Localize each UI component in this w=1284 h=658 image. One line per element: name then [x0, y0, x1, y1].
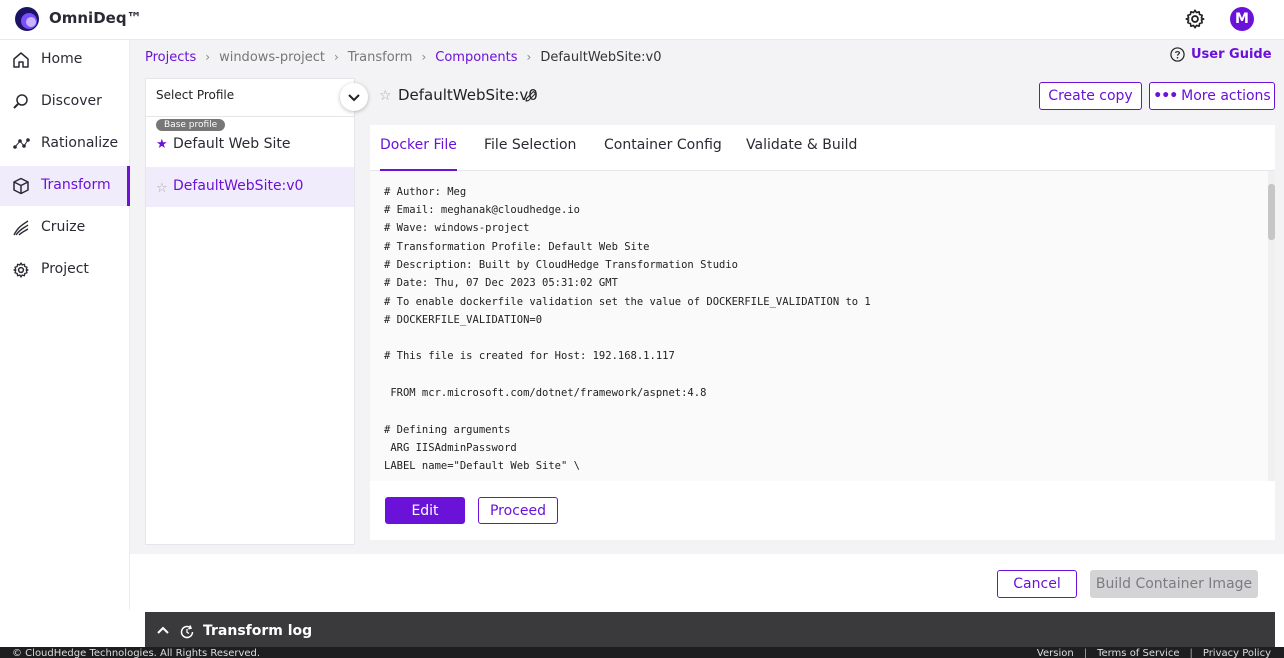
code-line: # Email: meghanak@cloudhedge.io	[384, 204, 580, 216]
sidebar-item-cruize[interactable]: Cruize	[0, 208, 130, 248]
dockerfile-card: Docker File File Selection Container Con…	[370, 125, 1275, 540]
code-line: # To enable dockerfile validation set th…	[384, 296, 871, 308]
chevron-right-icon: ›	[421, 50, 427, 64]
transform-cube-icon	[13, 177, 29, 195]
code-line: # Wave: windows-project	[384, 222, 530, 234]
profile-panel: Select Profile Base profile ★ Default We…	[145, 78, 368, 545]
breadcrumb-components[interactable]: Components	[435, 50, 517, 65]
base-profile-badge: Base profile	[156, 119, 226, 131]
dockerfile-editor[interactable]: # Author: Meg # Email: meghanak@cloudhed…	[370, 171, 1275, 481]
create-copy-button[interactable]: Create copy	[1039, 82, 1142, 110]
breadcrumb-projects[interactable]: Projects	[145, 50, 196, 65]
cancel-button[interactable]: Cancel	[997, 570, 1077, 598]
chevron-right-icon: ›	[333, 50, 339, 64]
code-line: # Date: Thu, 07 Dec 2023 05:31:02 GMT	[384, 277, 618, 289]
app-name: OmniDeq™	[49, 9, 142, 27]
tab-container-config[interactable]: Container Config	[604, 137, 722, 171]
cruize-icon	[13, 220, 29, 236]
footer: © CloudHedge Technologies. All Rights Re…	[0, 647, 1284, 658]
footer-copyright: © CloudHedge Technologies. All Rights Re…	[12, 648, 261, 658]
top-bar: OmniDeq™ M	[0, 0, 1284, 40]
code-line: # This file is created for Host: 192.168…	[384, 350, 675, 362]
rationalize-icon	[13, 138, 30, 149]
more-actions-button[interactable]: ••• More actions	[1149, 82, 1275, 110]
chevron-up-icon[interactable]	[157, 625, 169, 635]
footer-link-terms[interactable]: Terms of Service	[1092, 648, 1184, 658]
discover-icon	[13, 94, 28, 109]
sidebar-item-project[interactable]: Project	[0, 250, 130, 290]
code-line: FROM mcr.microsoft.com/dotnet/framework/…	[384, 387, 707, 399]
edit-button[interactable]: Edit	[385, 497, 465, 524]
sidebar-item-label: Cruize	[41, 219, 86, 235]
tab-file-selection[interactable]: File Selection	[484, 137, 576, 171]
profile-name: DefaultWebSite:v0	[173, 178, 304, 194]
profile-item-default-web-site[interactable]: ★ Default Web Site	[146, 79, 354, 152]
sidebar: Home Discover Rationalize Transform Crui…	[0, 40, 130, 610]
footer-link-version[interactable]: Version	[1032, 648, 1079, 658]
edit-pencil-icon[interactable]	[524, 89, 538, 103]
sidebar-item-label: Rationalize	[41, 135, 119, 151]
user-guide-label: User Guide	[1191, 47, 1272, 62]
code-line: # Description: Built by CloudHedge Trans…	[384, 259, 739, 271]
code-line: # Author: Meg	[384, 186, 467, 198]
transform-log-label: Transform log	[203, 623, 313, 639]
footer-links: Version | Terms of Service | Privacy Pol…	[1032, 648, 1276, 658]
sidebar-item-discover[interactable]: Discover	[0, 82, 130, 122]
user-avatar[interactable]: M	[1230, 7, 1254, 31]
build-container-image-button[interactable]: Build Container Image	[1090, 570, 1258, 598]
sidebar-item-label: Project	[41, 261, 89, 277]
tab-validate-build[interactable]: Validate & Build	[746, 137, 857, 171]
breadcrumb-transform: Transform	[347, 49, 413, 65]
help-circle-icon	[1170, 47, 1185, 62]
more-dots-icon: •••	[1153, 88, 1178, 104]
code-line: # Transformation Profile: Default Web Si…	[384, 241, 650, 253]
more-actions-label: More actions	[1181, 88, 1271, 104]
proceed-button[interactable]: Proceed	[478, 497, 558, 524]
tab-docker-file[interactable]: Docker File	[380, 137, 457, 171]
code-line: ARG IISAdminPassword	[384, 442, 517, 454]
sidebar-item-home[interactable]: Home	[0, 40, 130, 80]
breadcrumb-project: windows-project	[219, 49, 325, 65]
sidebar-item-label: Home	[41, 51, 83, 67]
user-guide-link[interactable]: User Guide	[1170, 47, 1272, 62]
footer-separator: |	[1083, 648, 1088, 658]
code-line: # Defining arguments	[384, 424, 511, 436]
sidebar-item-rationalize[interactable]: Rationalize	[0, 124, 130, 164]
footer-link-privacy[interactable]: Privacy Policy	[1198, 648, 1276, 658]
tab-bar: Docker File File Selection Container Con…	[370, 125, 1275, 171]
star-filled-icon: ★	[156, 137, 168, 152]
chevron-right-icon: ›	[205, 50, 211, 64]
scrollbar-thumb[interactable]	[1268, 184, 1275, 240]
home-icon	[13, 52, 29, 68]
sidebar-item-transform[interactable]: Transform	[0, 166, 130, 206]
project-gear-icon	[13, 262, 29, 278]
chevron-right-icon: ›	[526, 50, 532, 64]
code-line: LABEL name="Default Web Site" \	[384, 460, 580, 472]
breadcrumb-current: DefaultWebSite:v0	[540, 49, 662, 65]
settings-gear-icon[interactable]	[1184, 8, 1206, 30]
transform-log-bar[interactable]: Transform log	[145, 612, 1275, 648]
star-outline-icon: ☆	[156, 181, 168, 196]
footer-separator: |	[1189, 648, 1193, 658]
profile-item-defaultwebsite-v0[interactable]: ☆ DefaultWebSite:v0	[146, 167, 354, 207]
omnideq-logo-icon[interactable]	[14, 6, 40, 32]
refresh-clock-icon	[180, 625, 194, 639]
code-line: # DOCKERFILE_VALIDATION=0	[384, 314, 543, 326]
favorite-star-icon[interactable]: ☆	[379, 88, 392, 104]
profile-name: Default Web Site	[173, 136, 291, 152]
component-title: DefaultWebSite:v0	[398, 86, 538, 104]
sidebar-item-label: Discover	[41, 93, 102, 109]
breadcrumb: Projects › windows-project › Transform ›…	[145, 48, 662, 66]
sidebar-item-label: Transform	[41, 177, 111, 193]
